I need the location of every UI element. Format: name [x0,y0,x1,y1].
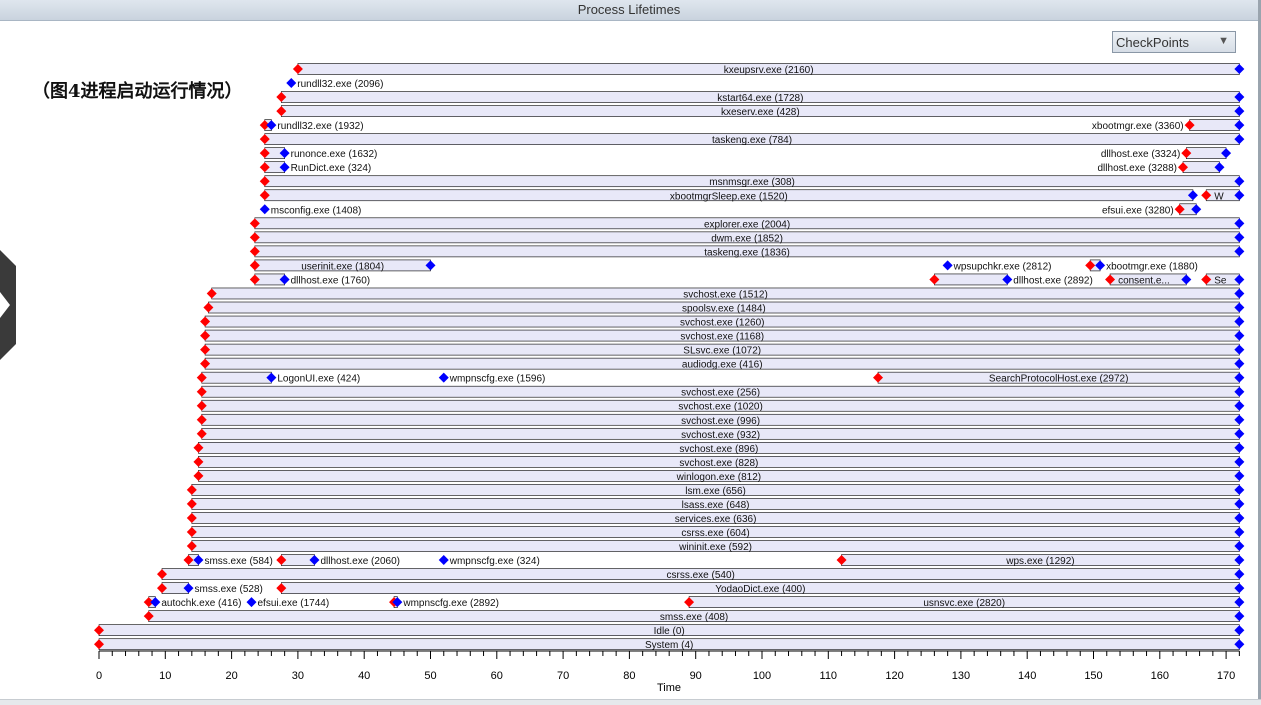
process-label: services.exe (636) [675,514,757,525]
process-label: csrss.exe (604) [681,528,749,539]
x-tick-label: 80 [623,670,635,682]
process-label: LogonUI.exe (424) [277,374,360,385]
window-bottom-border [0,699,1261,705]
x-axis-label: Time [657,682,681,694]
process-end-marker [438,555,449,566]
process-label: svchost.exe (896) [679,444,758,455]
process-label: Idle (0) [654,626,685,637]
x-tick-label: 100 [753,670,771,682]
process-lifetimes-chart: 0 10 20 30 40 50 60 70 80 90 100 110 120 130 140 150 160… [94,63,1245,694]
process-label: msconfig.exe (1408) [271,205,362,216]
process-label: svchost.exe (256) [681,388,760,399]
process-label: YodaoDict.exe (400) [715,584,805,595]
process-end-marker [246,597,257,608]
process-label: dwm.exe (1852) [711,233,783,244]
process-label: spoolsv.exe (1484) [682,304,766,315]
figure-caption: （图4进程启动运行情况） [32,81,243,102]
process-label: svchost.exe (996) [681,416,760,427]
x-tick-label: 20 [225,670,237,682]
process-label: msnmsgr.exe (308) [709,177,795,188]
process-label: audiodg.exe (416) [682,360,763,371]
process-bar [934,273,1008,286]
process-label: dllhost.exe (2060) [320,556,400,567]
process-label: xbootmgrSleep.exe (1520) [670,191,788,202]
x-tick-label: 110 [820,670,838,682]
x-tick-label: 150 [1084,670,1102,682]
process-label: wmpnscfg.exe (324) [449,556,540,567]
process-label: dllhost.exe (1760) [291,275,371,286]
process-label: RunDict.exe (324) [291,163,372,174]
x-tick-label: 120 [885,670,903,682]
process-label: svchost.exe (828) [679,458,758,469]
process-label: smss.exe (584) [204,556,272,567]
process-bar [1186,147,1227,159]
process-label: SearchProtocolHost.exe (2972) [989,374,1129,385]
process-label: rundll32.exe (2096) [297,79,383,90]
x-tick-label: 10 [159,670,171,682]
process-label: SLsvc.exe (1072) [683,346,761,357]
process-label: svchost.exe (1512) [683,289,768,300]
process-bar [201,371,272,384]
process-label: lsm.exe (656) [685,486,746,497]
process-label: svchost.exe (1260) [680,318,765,329]
process-label: svchost.exe (1020) [678,402,763,413]
process-label: explorer.exe (2004) [704,219,790,230]
process-end-marker [259,204,270,215]
process-label: W [1214,191,1224,202]
collapse-panel-handle[interactable] [0,250,16,360]
process-label: kxeserv.exe (428) [721,107,800,118]
chevron-down-icon: ▼ [1218,35,1229,47]
process-end-marker [438,372,449,383]
x-tick-label: 170 [1217,670,1235,682]
x-tick-label: 160 [1151,670,1169,682]
process-label: autochk.exe (416) [161,598,241,609]
process-label: userinit.exe (1804) [301,261,384,272]
process-bar [1182,161,1220,174]
process-label: csrss.exe (540) [666,570,734,581]
process-label: efsui.exe (3280) [1102,205,1174,216]
process-label: wmpnscfg.exe (1596) [449,374,546,385]
process-label: svchost.exe (1168) [680,332,764,343]
process-label: winlogon.exe (812) [676,472,762,483]
x-tick-label: 90 [690,670,702,682]
process-label: taskeng.exe (784) [712,135,792,146]
process-label: taskeng.exe (1836) [704,247,790,258]
checkpoints-dropdown-label: CheckPoints [1116,35,1189,50]
process-label: dllhost.exe (3288) [1098,163,1178,174]
process-label: smss.exe (528) [195,584,263,595]
process-label: Se [1214,275,1227,286]
process-end-marker [942,260,953,271]
x-tick-label: 40 [358,670,370,682]
process-label: xbootmgr.exe (3360) [1092,121,1184,132]
process-label: System (4) [645,640,693,651]
process-label: wininit.exe (592) [678,542,752,553]
x-tick-label: 0 [96,670,102,682]
process-label: wmpnscfg.exe (2892) [402,598,499,609]
process-label: smss.exe (408) [660,612,728,623]
process-label: usnsvc.exe (2820) [923,598,1005,609]
process-label: kxeupsrv.exe (2160) [724,65,814,76]
process-label: consent.e... [1118,275,1170,286]
process-label: dllhost.exe (2892) [1013,275,1093,286]
x-tick-label: 130 [952,670,970,682]
process-label: wps.exe (1292) [1005,556,1074,567]
process-label: wpsupchkr.exe (2812) [953,261,1052,272]
process-bar [1189,119,1240,131]
process-label: lsass.exe (648) [682,500,750,511]
x-tick-label: 140 [1018,670,1036,682]
process-label: efsui.exe (1744) [257,598,329,609]
process-label: dllhost.exe (3324) [1101,149,1181,160]
process-label: xbootmgr.exe (1880) [1106,261,1198,272]
x-tick-label: 60 [491,670,503,682]
process-label: rundll32.exe (1932) [277,121,363,132]
x-tick-label: 30 [292,670,304,682]
x-tick-label: 70 [557,670,569,682]
process-label: svchost.exe (932) [681,430,760,441]
process-end-marker [286,78,297,89]
process-label: runonce.exe (1632) [291,149,378,160]
checkpoints-dropdown[interactable]: CheckPoints ▼ [1112,31,1236,53]
process-label: kstart64.exe (1728) [717,93,803,104]
x-tick-label: 50 [424,670,436,682]
